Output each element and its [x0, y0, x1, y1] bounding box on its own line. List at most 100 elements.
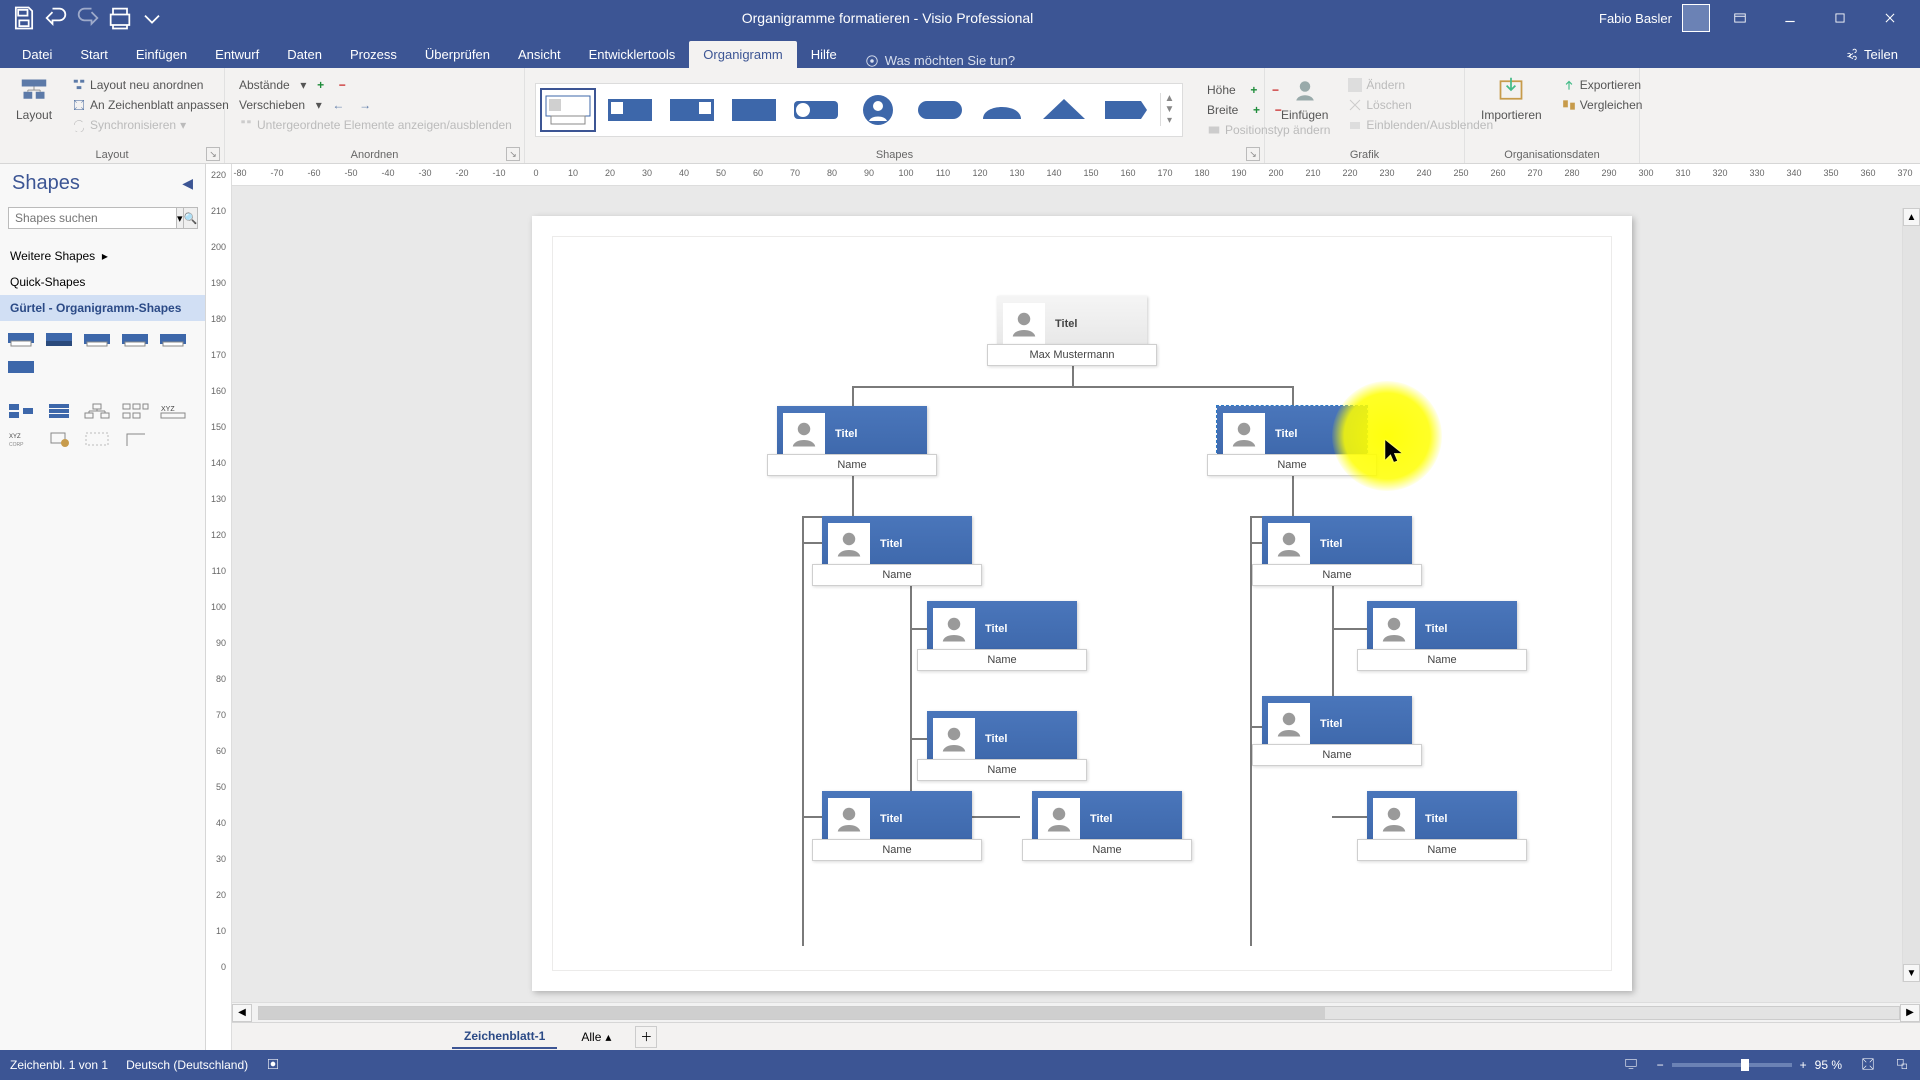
- org-node[interactable]: Titel Name: [777, 406, 927, 462]
- more-shapes-button[interactable]: Weitere Shapes ▸: [0, 243, 205, 269]
- org-node[interactable]: TitelName: [822, 516, 972, 572]
- zoom-in-icon[interactable]: +: [1800, 1058, 1807, 1072]
- exportieren-button[interactable]: Exportieren: [1558, 76, 1645, 94]
- pan-zoom-icon[interactable]: [1894, 1057, 1910, 1074]
- stencil-shape-10[interactable]: [120, 401, 150, 421]
- shapes-search-go-icon[interactable]: 🔍: [184, 207, 199, 229]
- tab-datei[interactable]: Datei: [8, 41, 66, 68]
- stencil-shape-9[interactable]: [82, 401, 112, 421]
- maximize-icon[interactable]: [1820, 0, 1860, 36]
- stencil-selected[interactable]: Gürtel - Organigramm-Shapes: [0, 295, 205, 321]
- shape-style-5[interactable]: [788, 88, 844, 132]
- layout-dialog-launcher[interactable]: ↘: [206, 147, 220, 161]
- scroll-right-icon[interactable]: ▶: [1900, 1004, 1920, 1022]
- abstande-button[interactable]: Abstände ▾ + −: [235, 76, 350, 94]
- tab-daten[interactable]: Daten: [273, 41, 336, 68]
- layout-neu-button[interactable]: Layout neu anordnen: [68, 76, 207, 94]
- ribbon-display-options-icon[interactable]: [1720, 0, 1760, 36]
- org-node[interactable]: TitelName: [1367, 791, 1517, 847]
- scroll-down-icon[interactable]: ▼: [1903, 964, 1920, 982]
- presentation-mode-icon[interactable]: [1623, 1057, 1639, 1074]
- user-avatar[interactable]: [1682, 4, 1710, 32]
- verschieben-button[interactable]: Verschieben ▾ ← →: [235, 96, 375, 114]
- zoom-out-icon[interactable]: −: [1657, 1058, 1664, 1072]
- stencil-shape-6[interactable]: [6, 357, 36, 377]
- stencil-shape-13[interactable]: [44, 429, 74, 449]
- shape-style-9[interactable]: [1036, 88, 1092, 132]
- stencil-shape-11[interactable]: XYZ: [158, 401, 188, 421]
- tab-prozess[interactable]: Prozess: [336, 41, 411, 68]
- shapes-dialog-launcher[interactable]: ↘: [1246, 147, 1260, 161]
- tab-entwurf[interactable]: Entwurf: [201, 41, 273, 68]
- stencil-shape-5[interactable]: [158, 329, 188, 349]
- stencil-shape-15[interactable]: [120, 429, 150, 449]
- org-node-top[interactable]: Titel Max Mustermann: [997, 296, 1147, 352]
- gallery-down-icon[interactable]: ▼: [1161, 104, 1178, 115]
- status-language[interactable]: Deutsch (Deutschland): [126, 1058, 248, 1072]
- anordnen-dialog-launcher[interactable]: ↘: [506, 147, 520, 161]
- print-icon[interactable]: [106, 4, 134, 32]
- org-node[interactable]: TitelName: [927, 711, 1077, 767]
- tell-me[interactable]: Was möchten Sie tun?: [851, 53, 1029, 68]
- shapes-search-input[interactable]: [8, 207, 177, 229]
- tab-hilfe[interactable]: Hilfe: [797, 41, 851, 68]
- stencil-shape-2[interactable]: [44, 329, 74, 349]
- stencil-shape-7[interactable]: [6, 401, 36, 421]
- stencil-shape-14[interactable]: [82, 429, 112, 449]
- share-button[interactable]: Teilen: [1830, 41, 1912, 68]
- shape-style-3[interactable]: [664, 88, 720, 132]
- tab-organigramm[interactable]: Organigramm: [689, 41, 796, 68]
- undo-icon[interactable]: [42, 4, 70, 32]
- horizontal-scrollbar[interactable]: ◀ ▶: [232, 1002, 1920, 1022]
- org-node[interactable]: TitelName: [927, 601, 1077, 657]
- zoom-slider[interactable]: [1672, 1063, 1792, 1067]
- zoom-control[interactable]: − + 95 %: [1657, 1058, 1842, 1072]
- stencil-shape-8[interactable]: [44, 401, 74, 421]
- shape-style-6[interactable]: [850, 88, 906, 132]
- shape-style-7[interactable]: [912, 88, 968, 132]
- shape-style-1[interactable]: [540, 88, 596, 132]
- sheet-add-button[interactable]: ＋: [635, 1026, 657, 1048]
- user-name[interactable]: Fabio Basler: [1599, 11, 1672, 26]
- zeichenblatt-button[interactable]: An Zeichenblatt anpassen: [68, 96, 233, 114]
- org-node[interactable]: TitelName: [822, 791, 972, 847]
- layout-big-button[interactable]: Layout: [10, 72, 58, 126]
- gallery-up-icon[interactable]: ▲: [1161, 93, 1178, 104]
- quick-shapes-button[interactable]: Quick-Shapes: [0, 269, 205, 295]
- close-icon[interactable]: [1870, 0, 1910, 36]
- tab-entwicklertools[interactable]: Entwicklertools: [575, 41, 690, 68]
- gallery-more-icon[interactable]: ▾: [1161, 115, 1178, 126]
- canvas-scroll[interactable]: Titel Max Mustermann Titel Name Titel Na…: [232, 186, 1920, 1002]
- importieren-button[interactable]: Importieren: [1475, 72, 1548, 126]
- stencil-shape-1[interactable]: [6, 329, 36, 349]
- stencil-shape-3[interactable]: [82, 329, 112, 349]
- macro-record-icon[interactable]: [266, 1057, 280, 1074]
- shape-style-4[interactable]: [726, 88, 782, 132]
- tab-ansicht[interactable]: Ansicht: [504, 41, 575, 68]
- org-node[interactable]: TitelName: [1262, 516, 1412, 572]
- tab-start[interactable]: Start: [66, 41, 121, 68]
- save-icon[interactable]: [10, 4, 38, 32]
- vertical-scrollbar[interactable]: ▲ ▼: [1902, 208, 1920, 982]
- sheet-tab-1[interactable]: Zeichenblatt-1: [452, 1025, 557, 1049]
- org-node[interactable]: TitelName: [1262, 696, 1412, 752]
- fit-page-icon[interactable]: [1860, 1057, 1876, 1074]
- org-node[interactable]: TitelName: [1032, 791, 1182, 847]
- vergleichen-button[interactable]: Vergleichen: [1558, 96, 1647, 114]
- qat-customize-icon[interactable]: [138, 4, 166, 32]
- scroll-up-icon[interactable]: ▲: [1903, 208, 1920, 226]
- minimize-icon[interactable]: [1770, 0, 1810, 36]
- stencil-shape-4[interactable]: [120, 329, 150, 349]
- shape-style-2[interactable]: [602, 88, 658, 132]
- shapes-pane-collapse-icon[interactable]: ◀: [182, 175, 193, 192]
- shape-style-10[interactable]: [1098, 88, 1154, 132]
- org-node-selected[interactable]: Titel Name: [1217, 406, 1367, 462]
- redo-icon[interactable]: [74, 4, 102, 32]
- stencil-shape-12[interactable]: XYZCORP: [6, 429, 36, 449]
- shape-style-8[interactable]: [974, 88, 1030, 132]
- tab-einfuegen[interactable]: Einfügen: [122, 41, 201, 68]
- org-node[interactable]: TitelName: [1367, 601, 1517, 657]
- tab-ueberpruefen[interactable]: Überprüfen: [411, 41, 504, 68]
- einfuegen-button[interactable]: Einfügen: [1275, 72, 1334, 126]
- sheet-alle[interactable]: Alle ▴: [571, 1026, 621, 1048]
